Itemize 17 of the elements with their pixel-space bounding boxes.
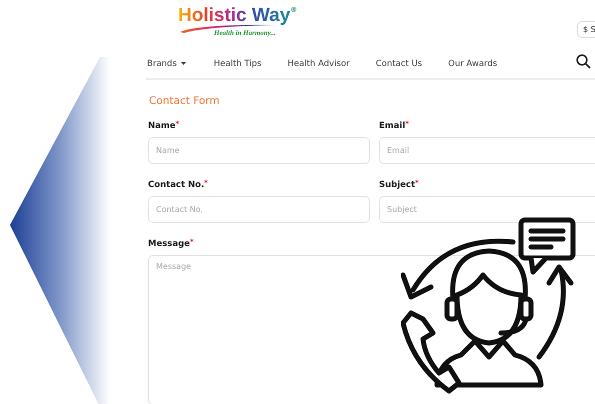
nav-link[interactable]: Contact Us [376,59,422,69]
input-field[interactable]: Subject [379,196,595,223]
nav-link[interactable]: Health Tips [214,59,262,69]
currency-selector[interactable]: $ S [577,21,595,38]
field-label: Name$^{*}$ [148,121,180,131]
search-icon[interactable] [576,54,591,68]
input-field[interactable]: Contact No. [148,196,370,223]
input-field[interactable]: Name [148,137,370,164]
form-title: Contact Form [149,95,221,107]
field-label: Email$^{*}$ [379,121,410,131]
nav-link[interactable]: Health Advisor [287,59,350,69]
field-label: Subject$^{*}$ [379,180,420,190]
nav-link[interactable]: Our Awards [448,59,498,69]
field-label: Contact No.$^{*}$ [148,180,209,190]
nav-link[interactable]: Brands [147,59,186,69]
input-field[interactable]: Email [379,137,595,164]
field-label: Message$^{*}$ [148,239,195,249]
